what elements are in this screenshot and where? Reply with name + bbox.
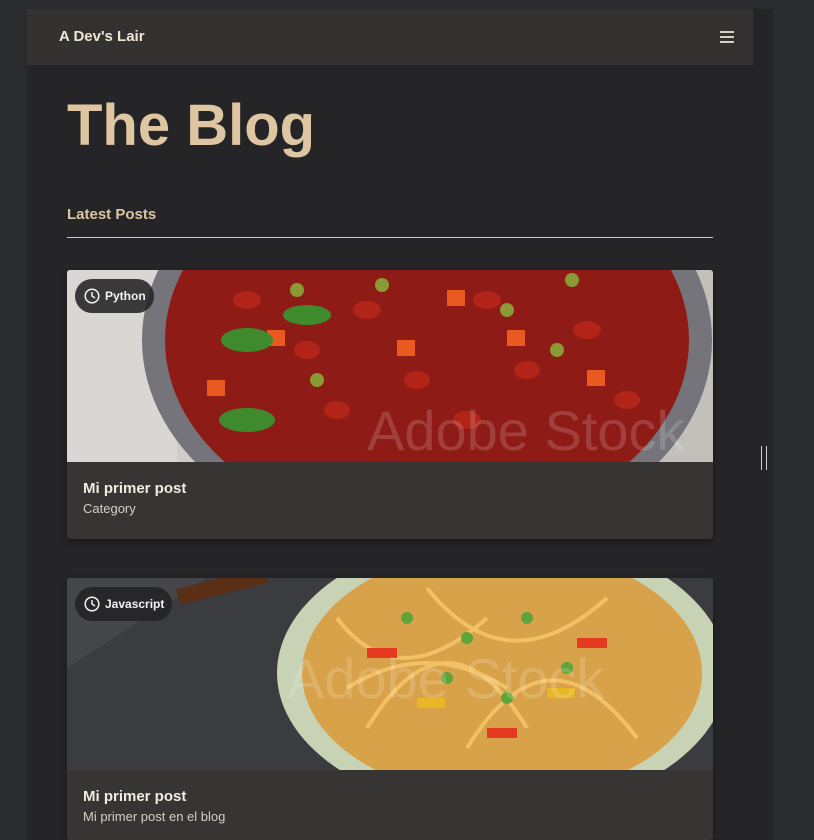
post-card[interactable]: Adobe Stock Javascript Mi primer post Mi… (67, 578, 713, 840)
post-subtitle: Category (83, 501, 136, 516)
section-divider (67, 237, 713, 238)
clock-icon (84, 596, 100, 612)
page-title: The Blog (67, 93, 316, 158)
post-title[interactable]: Mi primer post (83, 788, 225, 805)
post-card[interactable]: Adobe Stock Python Mi primer post Catego… (67, 270, 713, 539)
post-tag-label: Javascript (105, 597, 165, 611)
watermark-text: Adobe Stock (287, 647, 606, 710)
post-tag: Javascript (75, 587, 173, 621)
hamburger-menu-icon[interactable] (720, 31, 734, 43)
clock-icon (84, 288, 100, 304)
post-image[interactable]: Adobe Stock (67, 270, 713, 462)
post-subtitle: Mi primer post en el blog (83, 809, 226, 824)
navbar: A Dev's Lair (27, 9, 753, 65)
section-heading: Latest Posts (67, 206, 157, 223)
scrollbar-handle[interactable] (761, 446, 767, 470)
post-title[interactable]: Mi primer post (83, 480, 186, 497)
post-tag: Python (75, 279, 154, 313)
watermark-text: Adobe Stock (367, 399, 686, 462)
brand-logo-text[interactable]: A Dev's Lair (59, 28, 145, 45)
post-tag-label: Python (105, 289, 146, 303)
